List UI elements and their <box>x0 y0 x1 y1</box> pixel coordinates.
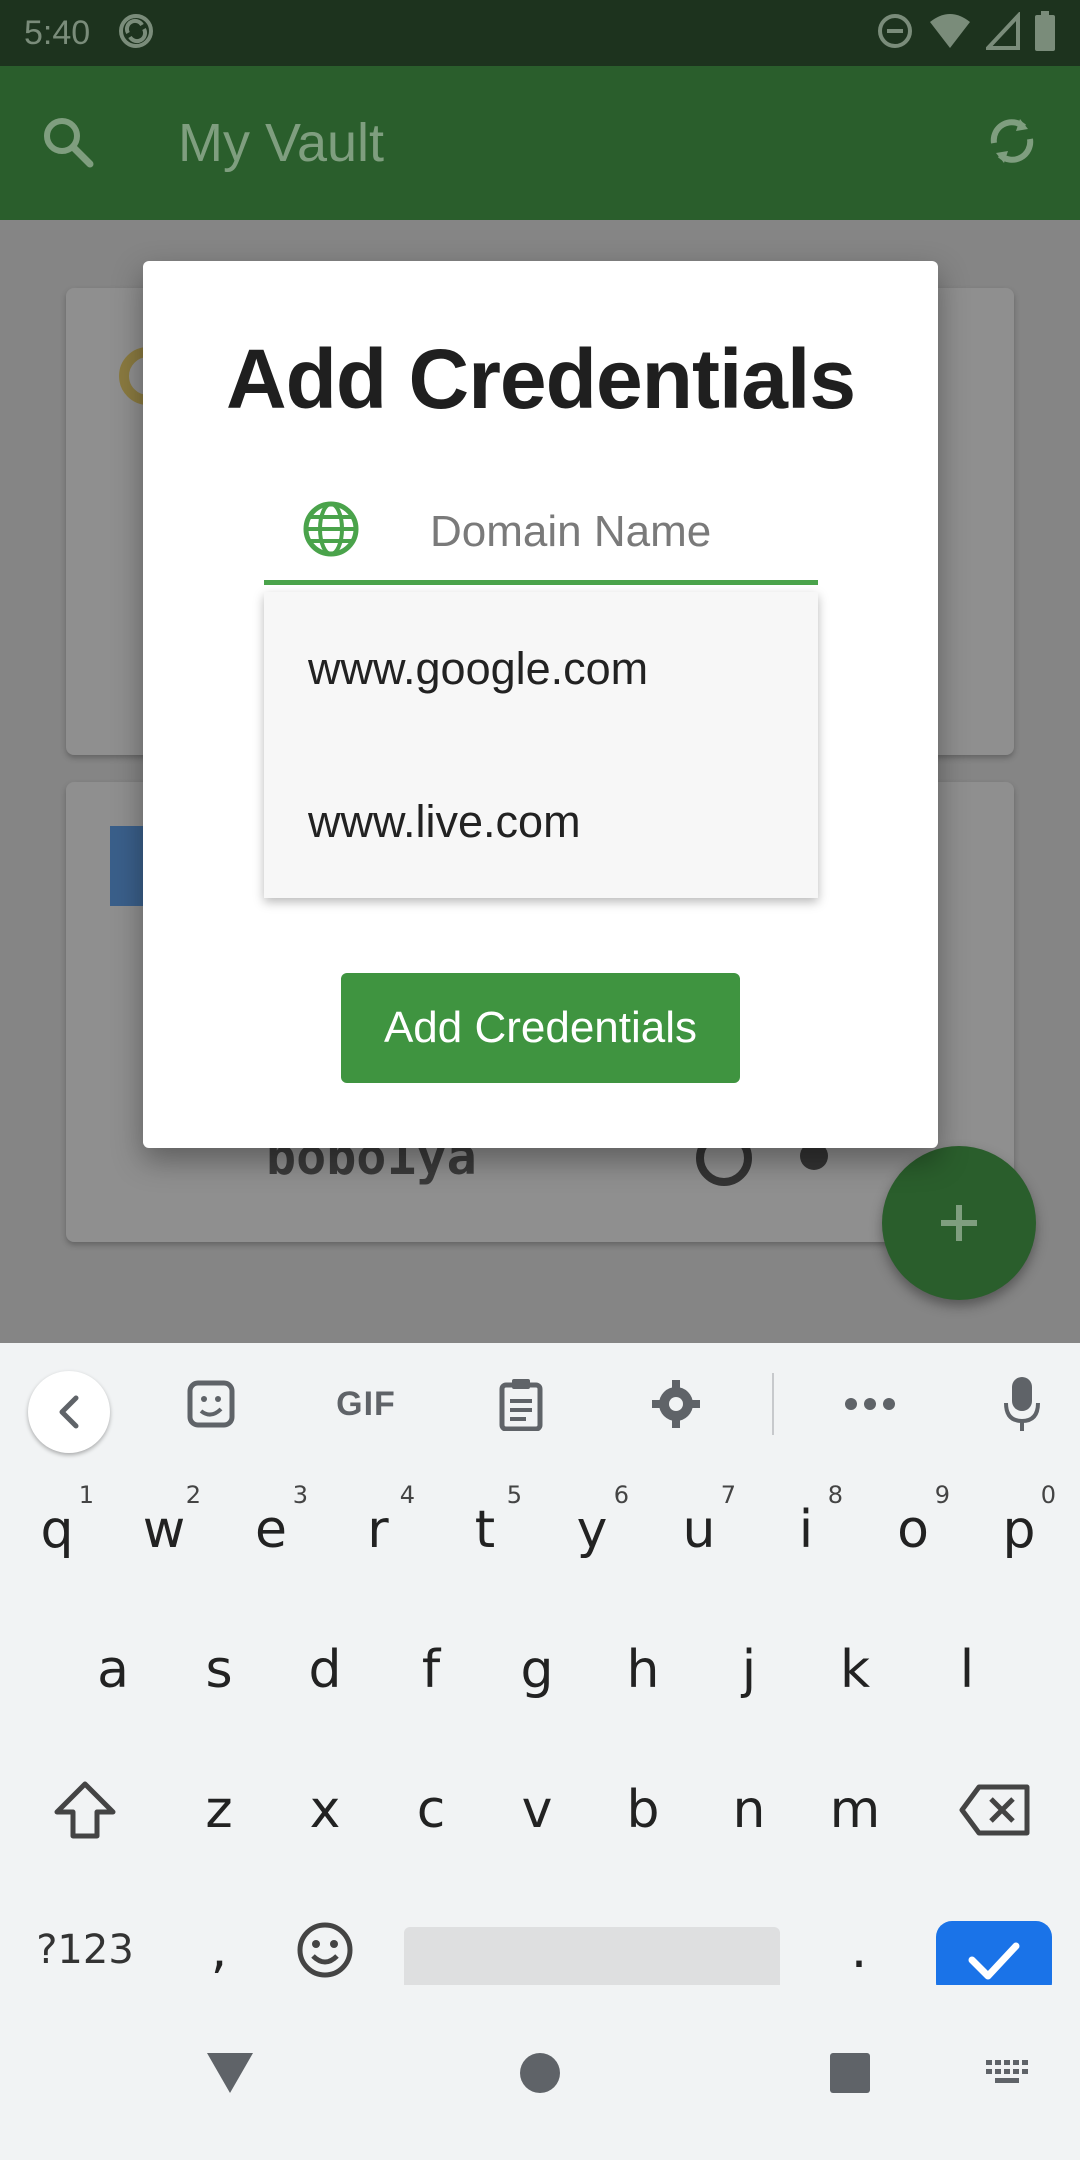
suggestion-item[interactable]: www.live.com <box>264 745 818 898</box>
key-n[interactable]: n <box>696 1745 802 1875</box>
status-left: 5:40 <box>24 11 156 56</box>
dialog-title: Add Credentials <box>225 332 856 426</box>
domain-input[interactable] <box>430 506 790 557</box>
key-q[interactable]: q1 <box>4 1465 110 1595</box>
key-hint: 1 <box>78 1481 94 1509</box>
search-icon[interactable] <box>40 114 94 173</box>
shift-icon[interactable] <box>30 1745 140 1875</box>
key-d[interactable]: d <box>272 1605 378 1735</box>
key-v[interactable]: v <box>484 1745 590 1875</box>
key-g[interactable]: g <box>484 1605 590 1735</box>
key-l[interactable]: l <box>914 1605 1020 1735</box>
key-c[interactable]: c <box>378 1745 484 1875</box>
sync-icon[interactable] <box>984 113 1040 174</box>
key-hint: 5 <box>506 1481 522 1509</box>
key-label: q <box>40 1500 74 1560</box>
navigation-bar <box>0 1985 1080 2160</box>
keyboard: GIF q1 w2 e3 r4 t5 y6 u7 i8 o9 p0 a s d … <box>0 1343 1080 1999</box>
more-icon[interactable] <box>840 1373 900 1435</box>
sticker-icon[interactable] <box>180 1373 242 1435</box>
key-t[interactable]: t5 <box>432 1465 538 1595</box>
suggestion-item[interactable]: www.google.com <box>264 592 818 745</box>
mic-icon[interactable] <box>996 1373 1048 1435</box>
key-label: t <box>474 1500 496 1560</box>
home-circle-icon[interactable] <box>500 1985 580 2160</box>
key-label: e <box>255 1500 287 1560</box>
key-label: u <box>682 1500 716 1560</box>
back-chevron-icon[interactable] <box>28 1371 110 1453</box>
key-label: i <box>798 1500 814 1560</box>
key-label: p <box>1002 1500 1036 1560</box>
app-title: My Vault <box>178 113 385 173</box>
settings-icon[interactable] <box>645 1373 707 1435</box>
status-bar: 5:40 <box>0 0 1080 66</box>
key-z[interactable]: z <box>166 1745 272 1875</box>
key-label: w <box>142 1500 186 1560</box>
key-w[interactable]: w2 <box>111 1465 217 1595</box>
key-a[interactable]: a <box>60 1605 166 1735</box>
keyboard-toolbar: GIF <box>0 1343 1080 1465</box>
key-h[interactable]: h <box>590 1605 696 1735</box>
domain-field[interactable] <box>264 483 818 585</box>
key-hint: 7 <box>720 1481 736 1509</box>
key-label: y <box>576 1500 608 1560</box>
key-m[interactable]: m <box>802 1745 908 1875</box>
key-y[interactable]: y6 <box>539 1465 645 1595</box>
battery-icon <box>1034 10 1056 56</box>
do-not-disturb-icon <box>876 12 914 55</box>
key-label: o <box>897 1500 929 1560</box>
signal-icon <box>983 10 1020 55</box>
domain-suggestions: www.google.com www.live.com <box>264 592 818 898</box>
key-row-3: z x c v b n m <box>0 1745 1080 1875</box>
key-i[interactable]: i8 <box>753 1465 859 1595</box>
gif-label: GIF <box>336 1384 396 1423</box>
keyboard-switch-icon[interactable] <box>978 1985 1038 2160</box>
key-e[interactable]: e3 <box>218 1465 324 1595</box>
back-triangle-icon[interactable] <box>190 1985 270 2160</box>
status-time: 5:40 <box>24 13 91 52</box>
wifi-icon <box>928 12 972 55</box>
key-hint: 8 <box>827 1481 843 1509</box>
key-hint: 6 <box>613 1481 629 1509</box>
backspace-icon[interactable] <box>940 1745 1050 1875</box>
add-credential-fab[interactable] <box>882 1146 1036 1300</box>
add-credentials-dialog: Add Credentials www.google.com www.live.… <box>143 261 938 1148</box>
gif-button[interactable]: GIF <box>322 1373 410 1435</box>
key-row-2: a s d f g h j k l <box>0 1605 1080 1735</box>
add-credentials-button[interactable]: Add Credentials <box>341 973 740 1083</box>
globe-icon <box>302 500 360 563</box>
key-label: r <box>367 1500 389 1560</box>
key-j[interactable]: j <box>696 1605 802 1735</box>
toolbar-divider <box>772 1373 774 1435</box>
key-k[interactable]: k <box>802 1605 908 1735</box>
key-o[interactable]: o9 <box>860 1465 966 1595</box>
key-hint: 2 <box>185 1481 201 1509</box>
key-b[interactable]: b <box>590 1745 696 1875</box>
key-r[interactable]: r4 <box>325 1465 431 1595</box>
key-x[interactable]: x <box>272 1745 378 1875</box>
clipboard-icon[interactable] <box>490 1373 552 1435</box>
recents-square-icon[interactable] <box>810 1985 890 2160</box>
key-hint: 0 <box>1040 1481 1056 1509</box>
key-hint: 4 <box>399 1481 415 1509</box>
key-hint: 9 <box>934 1481 950 1509</box>
key-row-1: q1 w2 e3 r4 t5 y6 u7 i8 o9 p0 <box>0 1465 1080 1595</box>
app-bar: My Vault <box>0 66 1080 220</box>
key-u[interactable]: u7 <box>646 1465 752 1595</box>
status-right <box>876 10 1056 56</box>
key-f[interactable]: f <box>378 1605 484 1735</box>
sync-status-icon <box>116 11 156 56</box>
key-p[interactable]: p0 <box>966 1465 1072 1595</box>
key-hint: 3 <box>292 1481 308 1509</box>
key-s[interactable]: s <box>166 1605 272 1735</box>
space-key[interactable] <box>404 1927 780 1991</box>
